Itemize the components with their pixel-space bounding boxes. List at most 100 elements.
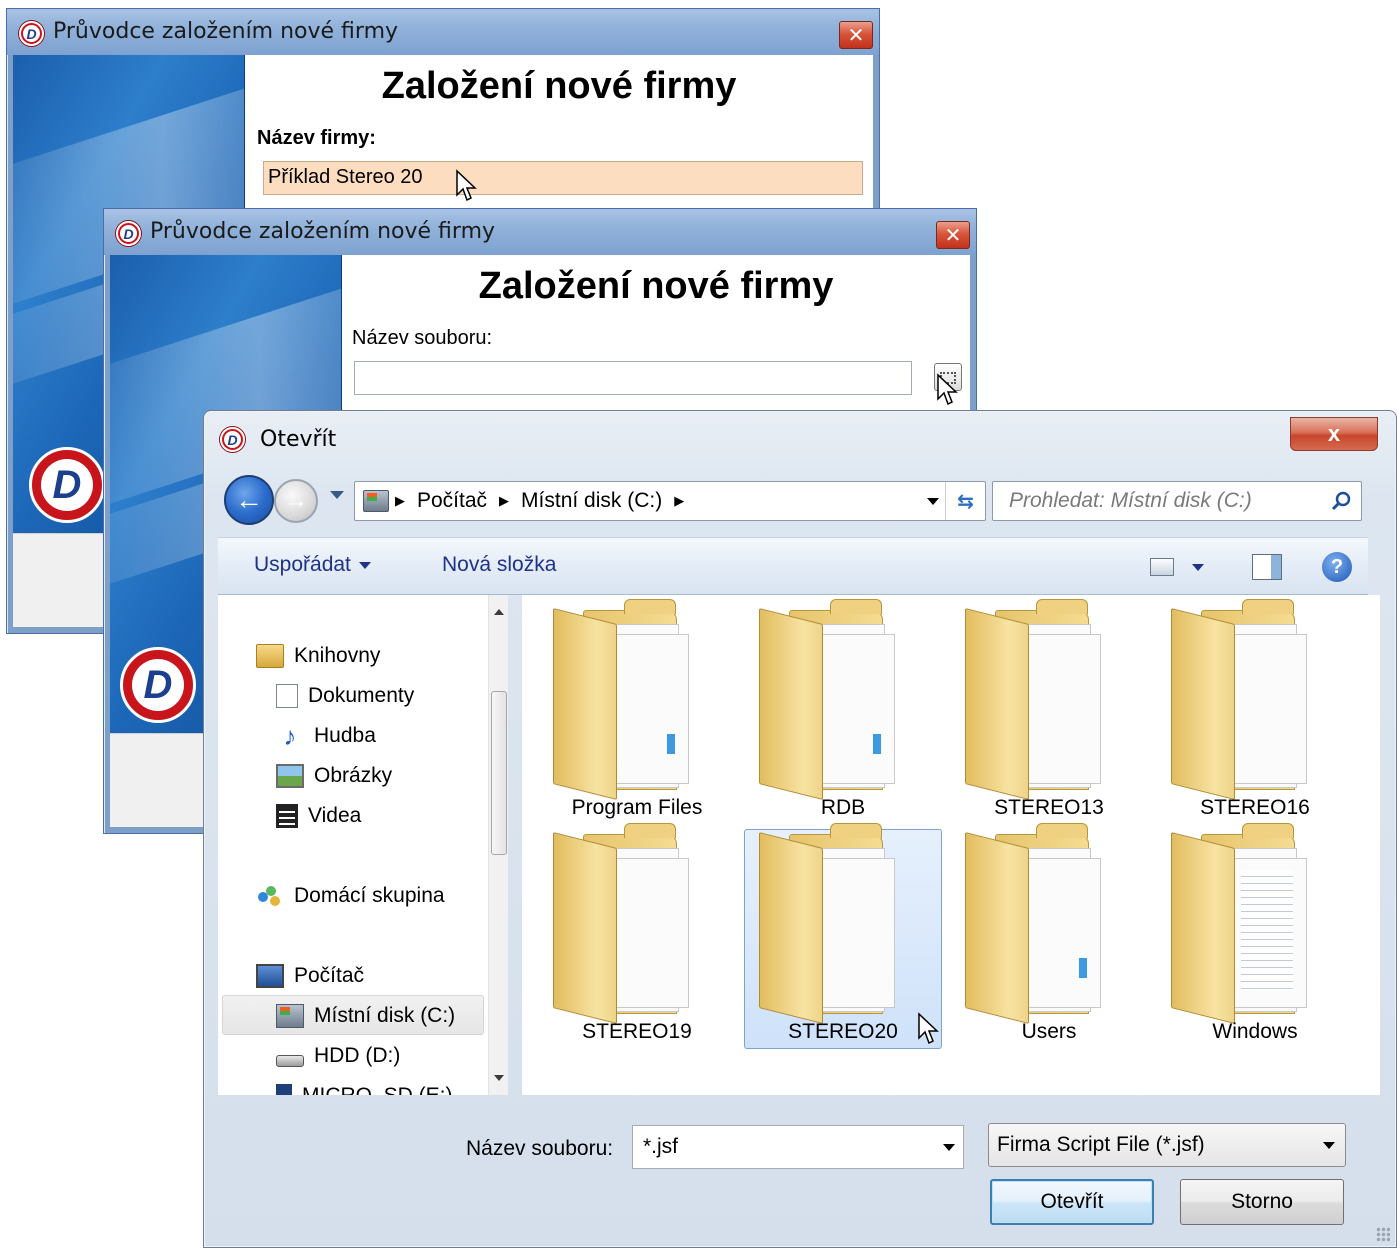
arrow-right-icon: → [284, 487, 308, 514]
file-name-input[interactable] [354, 361, 912, 395]
recent-locations-dropdown[interactable] [330, 491, 344, 499]
folder-item[interactable]: Users [950, 823, 1148, 1049]
mouse-cursor-icon [937, 373, 958, 406]
folder-label: Users [1021, 1020, 1077, 1043]
folder-item[interactable]: STEREO16 [1156, 599, 1354, 825]
nav-item-libraries[interactable]: Knihovny [256, 637, 380, 675]
address-dropdown-icon[interactable] [927, 498, 939, 505]
folder-item[interactable]: Windows [1156, 823, 1354, 1049]
folder-item[interactable]: STEREO19 [538, 823, 736, 1049]
address-bar[interactable]: ▶ Počítač ▶ Místní disk (C:) ▶ ⇆ [354, 481, 986, 521]
folder-label: STEREO20 [788, 1020, 898, 1043]
organize-button[interactable]: Uspořádat [254, 553, 371, 577]
open-button[interactable]: Otevřít [990, 1179, 1154, 1225]
forward-button[interactable]: → [274, 479, 318, 523]
app-logo-icon: D [116, 221, 141, 246]
command-bar: Uspořádat Nová složka ? [218, 537, 1368, 595]
homegroup-icon [256, 884, 284, 908]
view-options-button[interactable] [1148, 556, 1208, 580]
wizard-titlebar[interactable]: D Průvodce založením nové firmy ✕ [104, 209, 976, 255]
view-icon [1150, 558, 1174, 576]
search-icon[interactable] [1331, 490, 1353, 512]
libraries-icon [256, 644, 284, 668]
nav-label: MICRO_SD (E:) [302, 1084, 453, 1095]
cancel-button[interactable]: Storno [1180, 1179, 1344, 1225]
file-name-label: Název souboru: [352, 327, 493, 349]
chevron-down-icon[interactable] [943, 1144, 955, 1151]
scroll-up-icon[interactable] [494, 609, 504, 615]
folder-item[interactable]: Program Files [538, 599, 736, 825]
navigation-scrollbar[interactable] [488, 595, 508, 1095]
folder-label: STEREO16 [1200, 796, 1310, 819]
company-name-input[interactable]: Příklad Stereo 20 [263, 161, 863, 195]
preview-pane-icon [1271, 555, 1281, 579]
breadcrumb-separator-icon[interactable]: ▶ [668, 493, 690, 509]
wizard-title: Průvodce založením nové firmy [53, 19, 399, 44]
file-name-label: Název souboru: [466, 1137, 614, 1160]
wizard-titlebar[interactable]: D Průvodce založením nové firmy ✕ [7, 9, 879, 55]
videos-icon [276, 804, 298, 828]
nav-item-documents[interactable]: Dokumenty [276, 677, 414, 715]
breadcrumb-computer[interactable]: Počítač [411, 489, 493, 513]
scroll-down-icon[interactable] [494, 1075, 504, 1081]
close-button[interactable]: x [1290, 417, 1378, 451]
new-folder-button[interactable]: Nová složka [442, 553, 556, 577]
search-placeholder: Prohledat: Místní disk (C:) [1009, 489, 1252, 512]
chevron-down-icon [1323, 1142, 1335, 1149]
nav-label: Domácí skupina [294, 884, 445, 907]
nav-item-hdd[interactable]: HDD (D:) [276, 1037, 400, 1075]
refresh-icon[interactable]: ⇆ [945, 482, 985, 520]
close-icon[interactable]: ✕ [839, 21, 873, 49]
pictures-icon [276, 764, 304, 788]
nav-item-local-disk[interactable]: Místní disk (C:) [276, 997, 455, 1035]
computer-icon [256, 964, 284, 988]
folder-label: Program Files [571, 796, 703, 819]
folder-item[interactable]: RDB [744, 599, 942, 825]
folder-label: Windows [1212, 1020, 1298, 1043]
nav-label: Knihovny [294, 644, 381, 667]
app-logo-icon: D [29, 447, 105, 523]
nav-item-micro-sd[interactable]: MICRO_SD (E:) [276, 1077, 453, 1095]
organize-label: Uspořádat [254, 553, 351, 576]
breadcrumb-local-disk[interactable]: Místní disk (C:) [515, 489, 668, 513]
app-logo-icon: D [220, 427, 245, 452]
app-logo-icon: D [19, 21, 44, 46]
nav-label: Počítač [294, 964, 365, 987]
mouse-cursor-icon [918, 1012, 939, 1045]
help-button[interactable]: ? [1322, 552, 1352, 582]
nav-label: Hudba [314, 724, 376, 747]
folder-label: RDB [820, 796, 866, 819]
nav-item-pictures[interactable]: Obrázky [276, 757, 392, 795]
close-icon[interactable]: ✕ [936, 221, 970, 249]
nav-label: Místní disk (C:) [314, 1004, 456, 1027]
search-input[interactable]: Prohledat: Místní disk (C:) [992, 481, 1362, 521]
folder-label: STEREO13 [994, 796, 1104, 819]
nav-label: Videa [308, 804, 362, 827]
breadcrumb-separator-icon: ▶ [395, 493, 405, 508]
nav-label: HDD (D:) [314, 1044, 401, 1067]
help-icon: ? [1330, 555, 1344, 578]
nav-item-computer[interactable]: Počítač [256, 957, 364, 995]
preview-pane-button[interactable] [1252, 554, 1282, 580]
app-logo-icon: D [120, 647, 196, 723]
navigation-pane: Knihovny Dokumenty ♪ Hudba Obrázky Videa… [218, 595, 504, 1095]
chevron-down-icon [358, 561, 371, 569]
resize-grip-icon[interactable] [1376, 1227, 1390, 1241]
file-name-combobox[interactable]: *.jsf [632, 1125, 964, 1169]
wizard-title: Průvodce založením nové firmy [150, 219, 496, 244]
nav-label: Dokumenty [308, 684, 415, 707]
company-name-label: Název firmy: [257, 127, 376, 149]
back-button[interactable]: ← [224, 475, 274, 525]
dialog-footer: Název souboru: *.jsf Firma Script File (… [204, 1095, 1396, 1247]
local-disk-icon [276, 1004, 304, 1028]
scrollbar-thumb[interactable] [491, 691, 507, 855]
chevron-down-icon [1192, 564, 1204, 571]
nav-item-homegroup[interactable]: Domácí skupina [256, 877, 445, 915]
folder-item-selected[interactable]: STEREO20 [744, 823, 942, 1049]
nav-item-videos[interactable]: Videa [276, 797, 361, 835]
file-type-select[interactable]: Firma Script File (*.jsf) [988, 1123, 1346, 1167]
documents-icon [276, 684, 298, 708]
folder-item[interactable]: STEREO13 [950, 599, 1148, 825]
nav-item-music[interactable]: ♪ Hudba [276, 717, 376, 755]
hard-drive-icon [276, 1055, 304, 1067]
